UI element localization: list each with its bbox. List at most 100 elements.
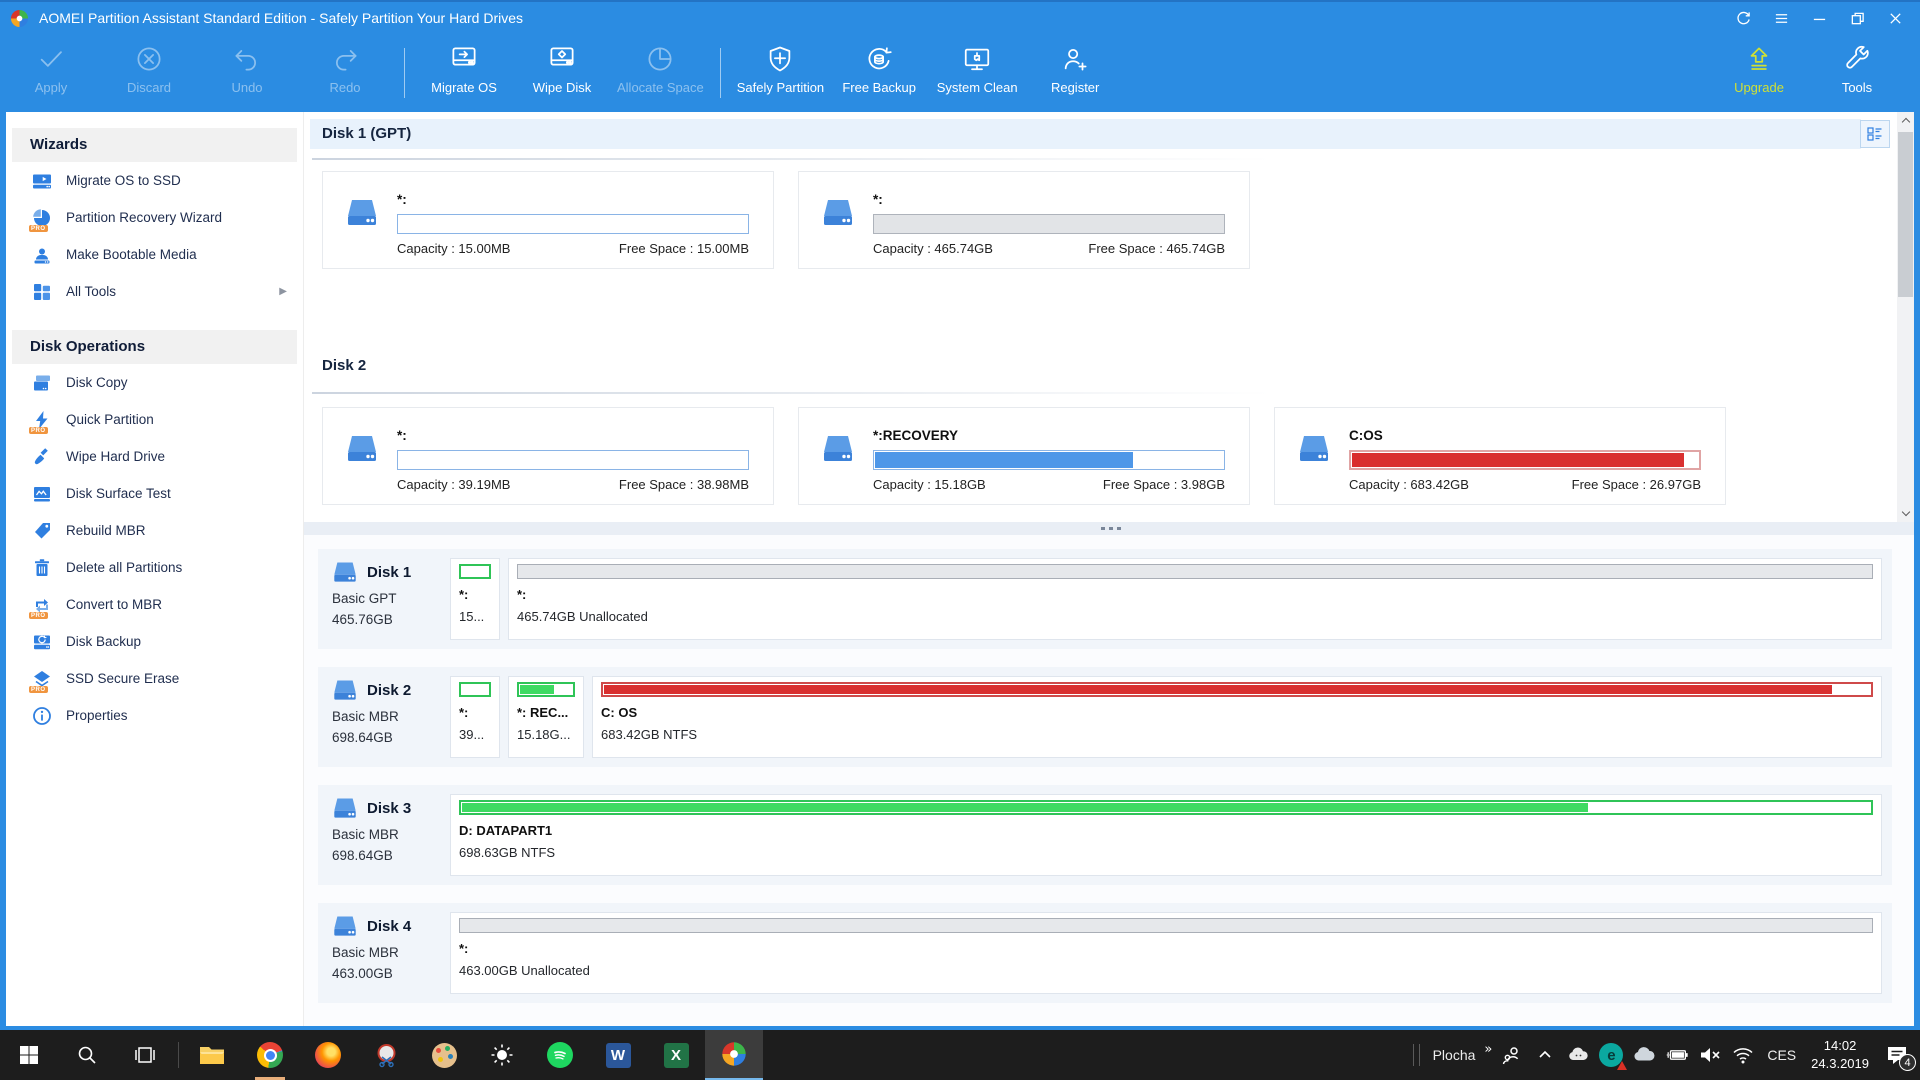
- scroll-up-icon[interactable]: [1897, 112, 1914, 129]
- apply-button[interactable]: Apply: [2, 34, 100, 112]
- system-clean-button[interactable]: System Clean: [928, 34, 1026, 112]
- sidebar-item-convert-to-mbr[interactable]: PRO Convert to MBR: [6, 586, 303, 623]
- tools-button[interactable]: Tools: [1808, 34, 1906, 112]
- sidebar-item-ssd-secure-erase[interactable]: PRO SSD Secure Erase: [6, 660, 303, 697]
- hidden-icons-chevron-icon[interactable]: [1532, 1042, 1558, 1068]
- partition-size: 15.18G...: [517, 727, 575, 742]
- cloud-app-icon[interactable]: [1565, 1042, 1591, 1068]
- undo-button[interactable]: Undo: [198, 34, 296, 112]
- search-button[interactable]: [58, 1030, 116, 1080]
- view-mode-toggle-icon[interactable]: [1860, 120, 1890, 148]
- partition-usage-bar: [1349, 450, 1701, 470]
- register-button[interactable]: Register: [1026, 34, 1124, 112]
- partition-card-disk2-p3[interactable]: C:OS Capacity : 683.42GB Free Space : 26…: [1274, 407, 1726, 505]
- disk-row-3[interactable]: Disk 3 Basic MBR 698.64GB D: DATAPART1 6…: [318, 785, 1892, 885]
- sidebar-item-properties[interactable]: Properties: [6, 697, 303, 734]
- partition-block[interactable]: *: 39...: [450, 676, 500, 758]
- task-view-button[interactable]: [116, 1030, 174, 1080]
- free-backup-button[interactable]: Free Backup: [830, 34, 928, 112]
- partition-card-disk1-p2[interactable]: *: Capacity : 465.74GB Free Space : 465.…: [798, 171, 1250, 269]
- sidebar-item-quick-partition[interactable]: PRO Quick Partition: [6, 401, 303, 438]
- partition-block[interactable]: *: REC... 15.18G...: [508, 676, 584, 758]
- drive-icon: [821, 434, 855, 464]
- partition-block[interactable]: *: 463.00GB Unallocated: [450, 912, 1882, 994]
- redo-button[interactable]: Redo: [296, 34, 394, 112]
- partition-block[interactable]: *: 15...: [450, 558, 500, 640]
- discard-button[interactable]: Discard: [100, 34, 198, 112]
- disk-row-4[interactable]: Disk 4 Basic MBR 463.00GB *: 463.00GB Un…: [318, 903, 1892, 1003]
- sidebar-item-delete-all-partitions[interactable]: Delete all Partitions: [6, 549, 303, 586]
- partition-block[interactable]: D: DATAPART1 698.63GB NTFS: [450, 794, 1882, 876]
- toolbar-expand-chevron-icon[interactable]: »: [1484, 1042, 1492, 1057]
- taskbar-divider: [178, 1042, 179, 1068]
- language-indicator[interactable]: CES: [1763, 1047, 1800, 1063]
- sidebar-item-migrate-os-to-ssd[interactable]: Migrate OS to SSD: [6, 162, 303, 199]
- excel-button[interactable]: X: [647, 1030, 705, 1080]
- paint-app-button[interactable]: [415, 1030, 473, 1080]
- toolbar-drag-handle[interactable]: [1413, 1044, 1420, 1066]
- partition-size: 683.42GB NTFS: [601, 727, 1873, 742]
- partition-size: 465.74GB Unallocated: [517, 609, 1873, 624]
- battery-charging-icon[interactable]: [1664, 1042, 1690, 1068]
- safely-partition-button[interactable]: Safely Partition: [731, 34, 830, 112]
- partition-block[interactable]: C: OS 683.42GB NTFS: [592, 676, 1882, 758]
- eset-icon[interactable]: e: [1598, 1042, 1624, 1068]
- migrate-os-button[interactable]: Migrate OS: [415, 34, 513, 112]
- scrollbar-thumb[interactable]: [1898, 132, 1913, 297]
- partition-card-disk1-p1[interactable]: *: Capacity : 15.00MB Free Space : 15.00…: [322, 171, 774, 269]
- discard-icon: [133, 43, 165, 75]
- surface-test-icon: [32, 484, 52, 504]
- pro-badge: PRO: [29, 427, 48, 434]
- info-icon: [32, 706, 52, 726]
- sidebar-item-all-tools[interactable]: All Tools ▶: [6, 273, 303, 310]
- refresh-icon[interactable]: [1724, 2, 1762, 34]
- sidebar-item-disk-surface-test[interactable]: Disk Surface Test: [6, 475, 303, 512]
- disk1-group-header[interactable]: Disk 1 (GPT): [310, 119, 1861, 149]
- desktop-toolbar-label[interactable]: Plocha: [1431, 1047, 1478, 1063]
- partition-block[interactable]: *: 465.74GB Unallocated: [508, 558, 1882, 640]
- disk-info: Disk 3 Basic MBR 698.64GB: [318, 785, 450, 885]
- menu-icon[interactable]: [1762, 2, 1800, 34]
- sidebar-item-wipe-hard-drive[interactable]: Wipe Hard Drive: [6, 438, 303, 475]
- sidebar-item-make-bootable-media[interactable]: Make Bootable Media: [6, 236, 303, 273]
- sidebar-item-disk-backup[interactable]: Disk Backup: [6, 623, 303, 660]
- minimize-icon[interactable]: [1800, 2, 1838, 34]
- people-icon[interactable]: [1499, 1042, 1525, 1068]
- screenshot-tool-button[interactable]: [357, 1030, 415, 1080]
- close-icon[interactable]: [1876, 2, 1914, 34]
- sidebar-item-label: All Tools: [66, 284, 116, 299]
- spotify-button[interactable]: [531, 1030, 589, 1080]
- disk1-group-title: Disk 1 (GPT): [322, 125, 411, 142]
- onedrive-icon[interactable]: [1631, 1042, 1657, 1068]
- disk-info: Disk 4 Basic MBR 463.00GB: [318, 903, 450, 1003]
- disk-row-2[interactable]: Disk 2 Basic MBR 698.64GB *: 39...: [318, 667, 1892, 767]
- disk-partitions: *: 15... *: 465.74GB Unallocated: [450, 549, 1892, 649]
- clock[interactable]: 14:02 24.3.2019: [1807, 1037, 1873, 1072]
- action-center-button[interactable]: 4: [1880, 1038, 1914, 1072]
- partition-card-disk2-p1[interactable]: *: Capacity : 39.19MB Free Space : 38.98…: [322, 407, 774, 505]
- wipe-disk-button[interactable]: Wipe Disk: [513, 34, 611, 112]
- partition-usage-bar: [397, 450, 749, 470]
- disk-row-1[interactable]: Disk 1 Basic GPT 465.76GB *: 15...: [318, 549, 1892, 649]
- allocate-space-button[interactable]: Allocate Space: [611, 34, 710, 112]
- aomei-taskbar-button[interactable]: [705, 1030, 763, 1080]
- maximize-restore-icon[interactable]: [1838, 2, 1876, 34]
- partition-card-disk2-p2[interactable]: *:RECOVERY Capacity : 15.18GB Free Space…: [798, 407, 1250, 505]
- sidebar-item-disk-copy[interactable]: Disk Copy: [6, 364, 303, 401]
- vertical-scrollbar[interactable]: [1897, 112, 1914, 522]
- settings-sun-app-button[interactable]: [473, 1030, 531, 1080]
- partition-recovery-icon: PRO: [32, 208, 52, 228]
- file-explorer-button[interactable]: [183, 1030, 241, 1080]
- firefox-button[interactable]: [299, 1030, 357, 1080]
- word-button[interactable]: W: [589, 1030, 647, 1080]
- scroll-down-icon[interactable]: [1897, 505, 1914, 522]
- chrome-button[interactable]: [241, 1030, 299, 1080]
- partition-usage-bar: [517, 564, 1873, 579]
- sidebar-item-rebuild-mbr[interactable]: Rebuild MBR: [6, 512, 303, 549]
- sidebar-item-partition-recovery-wizard[interactable]: PRO Partition Recovery Wizard: [6, 199, 303, 236]
- volume-muted-icon[interactable]: [1697, 1042, 1723, 1068]
- panel-splitter[interactable]: [304, 522, 1914, 535]
- wifi-icon[interactable]: [1730, 1042, 1756, 1068]
- upgrade-button[interactable]: Upgrade: [1710, 34, 1808, 112]
- start-button[interactable]: [0, 1030, 58, 1080]
